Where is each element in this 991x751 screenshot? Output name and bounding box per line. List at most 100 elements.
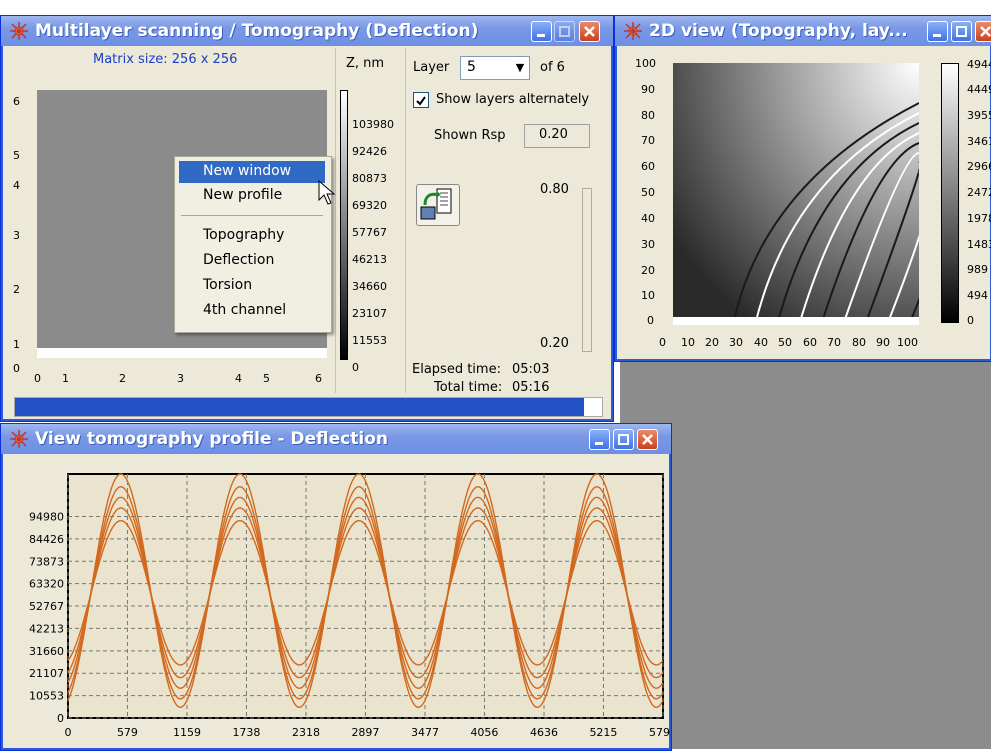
x-tick: 70 xyxy=(827,336,841,349)
x-tick-label: 1738 xyxy=(232,726,260,739)
layer-label: Layer xyxy=(413,60,450,75)
app-icon xyxy=(10,430,28,448)
menu-item-4th-channel[interactable]: 4th channel xyxy=(179,300,325,322)
menu-item-deflection[interactable]: Deflection xyxy=(179,250,325,272)
y-tick-label: 10553 xyxy=(29,690,64,703)
y-tick: 40 xyxy=(641,212,655,225)
x-tick-label: 2318 xyxy=(292,726,320,739)
x-tick: 2 xyxy=(119,372,126,385)
y-tick: 90 xyxy=(641,83,655,96)
progress-bar xyxy=(14,397,603,417)
z-tick: 0 xyxy=(352,361,359,374)
y-tick: 2 xyxy=(13,283,20,296)
x-tick-label: 0 xyxy=(65,726,72,739)
total-time-label: Total time: xyxy=(434,380,503,395)
z-tick: 80873 xyxy=(352,172,387,185)
control-panel: Layer 5 ▼ of 6 Show layers alternately S… xyxy=(405,48,611,395)
y-tick-label: 42213 xyxy=(29,622,64,635)
x-tick-label: 579 xyxy=(117,726,138,739)
topography-image[interactable] xyxy=(673,63,919,325)
layer-select[interactable]: 5 ▼ xyxy=(460,56,530,80)
chevron-down-icon[interactable]: ▼ xyxy=(511,57,529,79)
maximize-button[interactable] xyxy=(554,21,575,42)
minimize-button[interactable] xyxy=(927,21,948,42)
x-tick: 1 xyxy=(62,372,69,385)
y-tick: 10 xyxy=(641,289,655,302)
y-tick-label: 84426 xyxy=(29,533,64,546)
close-button[interactable] xyxy=(975,21,991,42)
y-tick-label: 52767 xyxy=(29,600,64,613)
export-button[interactable] xyxy=(416,184,460,226)
menu-item-label: Deflection xyxy=(203,252,275,268)
x-tick: 10 xyxy=(681,336,695,349)
x-tick: 80 xyxy=(852,336,866,349)
x-tick: 50 xyxy=(778,336,792,349)
z-tick: 3955 xyxy=(967,109,991,122)
matrix-size-label: Matrix size: 256 x 256 xyxy=(93,52,238,67)
minimize-button[interactable] xyxy=(589,429,610,450)
y-tick: 0 xyxy=(647,314,654,327)
y-tick-label: 21107 xyxy=(29,667,64,680)
rsp-slider-track[interactable] xyxy=(582,188,592,352)
menu-item-topography[interactable]: Topography xyxy=(179,225,325,247)
menu-item-new-profile[interactable]: New profile xyxy=(179,185,325,207)
y-tick-label: 31660 xyxy=(29,645,64,658)
show-layers-label[interactable]: Show layers alternately xyxy=(436,92,589,107)
y-tick: 4 xyxy=(13,179,20,192)
y-tick: 100 xyxy=(635,57,656,70)
window-titlebar[interactable]: View tomography profile - Deflection xyxy=(1,424,671,454)
y-tick: 0 xyxy=(13,362,20,375)
tomography-profile-window: View tomography profile - Deflection 949… xyxy=(0,423,672,751)
x-tick-label: 1159 xyxy=(173,726,201,739)
menu-item-label: 4th channel xyxy=(203,302,287,318)
z-tick: 69320 xyxy=(352,199,387,212)
z-tick: 46213 xyxy=(352,253,387,266)
y-tick: 3 xyxy=(13,229,20,242)
menu-item-new-window[interactable]: New window xyxy=(179,161,325,183)
window-titlebar[interactable]: 2D view (Topography, lay... xyxy=(615,16,991,46)
close-button[interactable] xyxy=(637,429,658,450)
z-tick: 1483 xyxy=(967,238,991,251)
y-tick: 1 xyxy=(13,338,20,351)
z-colorbar xyxy=(340,90,348,360)
window-title: View tomography profile - Deflection xyxy=(35,429,388,449)
x-tick: 30 xyxy=(729,336,743,349)
z-tick: 2472 xyxy=(967,186,991,199)
export-layers-icon xyxy=(420,188,452,220)
z-tick: 0 xyxy=(967,314,974,327)
x-tick: 0 xyxy=(659,336,666,349)
z-scale-panel: Z, nm 103980 92426 80873 69320 57767 462… xyxy=(335,48,406,393)
y-tick-label: 94980 xyxy=(29,510,64,523)
minimize-button[interactable] xyxy=(531,21,552,42)
z-tick: 23107 xyxy=(352,307,387,320)
progress-fill xyxy=(15,398,585,416)
menu-item-label: Torsion xyxy=(203,277,253,293)
slider-min-label: 0.20 xyxy=(540,336,569,351)
z-tick: 1978 xyxy=(967,212,991,225)
y-tick: 70 xyxy=(641,134,655,147)
x-tick-label: 4636 xyxy=(530,726,558,739)
z-tick: 92426 xyxy=(352,145,387,158)
layer-select-value: 5 xyxy=(467,59,476,75)
show-layers-checkbox[interactable] xyxy=(413,92,429,108)
close-button[interactable] xyxy=(579,21,600,42)
x-tick: 40 xyxy=(754,336,768,349)
y-tick: 6 xyxy=(13,95,20,108)
app-icon xyxy=(10,22,28,40)
app-icon xyxy=(624,22,642,40)
y-tick: 50 xyxy=(641,186,655,199)
context-menu: New window New profile Topography Deflec… xyxy=(174,156,332,333)
x-tick: 4 xyxy=(235,372,242,385)
z-tick: 103980 xyxy=(352,118,394,131)
menu-item-torsion[interactable]: Torsion xyxy=(179,275,325,297)
profile-chart[interactable]: 94980 84426 73873 63320 52767 42213 31660 21107… xyxy=(1,454,671,750)
x-tick: 100 xyxy=(897,336,918,349)
maximize-button[interactable] xyxy=(951,21,972,42)
menu-separator xyxy=(181,215,323,216)
window-titlebar[interactable]: Multilayer scanning / Tomography (Deflec… xyxy=(1,16,613,46)
x-tick-label: 5215 xyxy=(589,726,617,739)
x-tick: 0 xyxy=(34,372,41,385)
shown-rsp-field: 0.20 xyxy=(524,124,590,148)
window-title: Multilayer scanning / Tomography (Deflec… xyxy=(35,21,479,41)
maximize-button[interactable] xyxy=(613,429,634,450)
